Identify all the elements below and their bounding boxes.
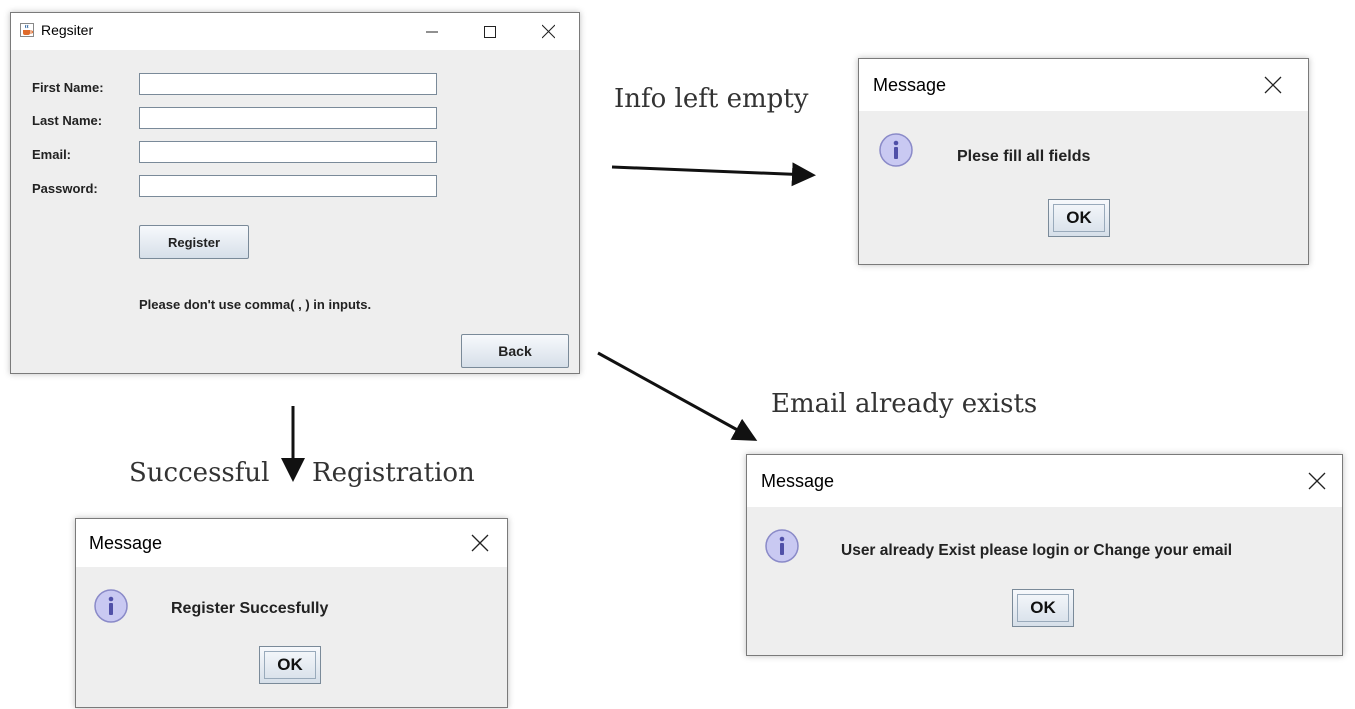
ok-label: OK	[1017, 594, 1069, 622]
exists-dialog-ok-button[interactable]: OK	[1012, 589, 1074, 627]
empty-fields-dialog: Message Plese fill all fields OK	[858, 58, 1309, 265]
arrow-to-empty-dialog	[611, 162, 816, 187]
exists-dialog-close-icon[interactable]	[1308, 472, 1326, 490]
info-icon	[764, 528, 800, 564]
empty-dialog-titlebar: Message	[859, 59, 1308, 111]
success-dialog-ok-button[interactable]: OK	[259, 646, 321, 684]
ok-label: OK	[1053, 204, 1105, 232]
arrow-to-exists-dialog	[597, 351, 758, 441]
empty-dialog-close-icon[interactable]	[1264, 76, 1282, 94]
success-dialog-title: Message	[89, 533, 163, 553]
register-success-dialog: Message Register Succesfully OK	[75, 518, 508, 708]
user-exists-dialog: Message User already Exist please login …	[746, 454, 1343, 656]
empty-dialog-title: Message	[873, 75, 947, 95]
exists-dialog-message: User already Exist please login or Chang…	[841, 542, 1233, 559]
success-dialog-close-icon[interactable]	[471, 534, 489, 552]
success-dialog-message: Register Succesfully	[171, 600, 329, 617]
info-icon	[878, 132, 914, 168]
info-icon	[93, 588, 129, 624]
exists-dialog-title: Message	[761, 471, 835, 491]
exists-dialog-titlebar: Message	[747, 455, 1342, 507]
success-dialog-titlebar: Message	[76, 519, 507, 567]
empty-dialog-ok-button[interactable]: OK	[1048, 199, 1110, 237]
empty-dialog-message: Plese fill all fields	[957, 148, 1091, 165]
ok-label: OK	[264, 651, 316, 679]
